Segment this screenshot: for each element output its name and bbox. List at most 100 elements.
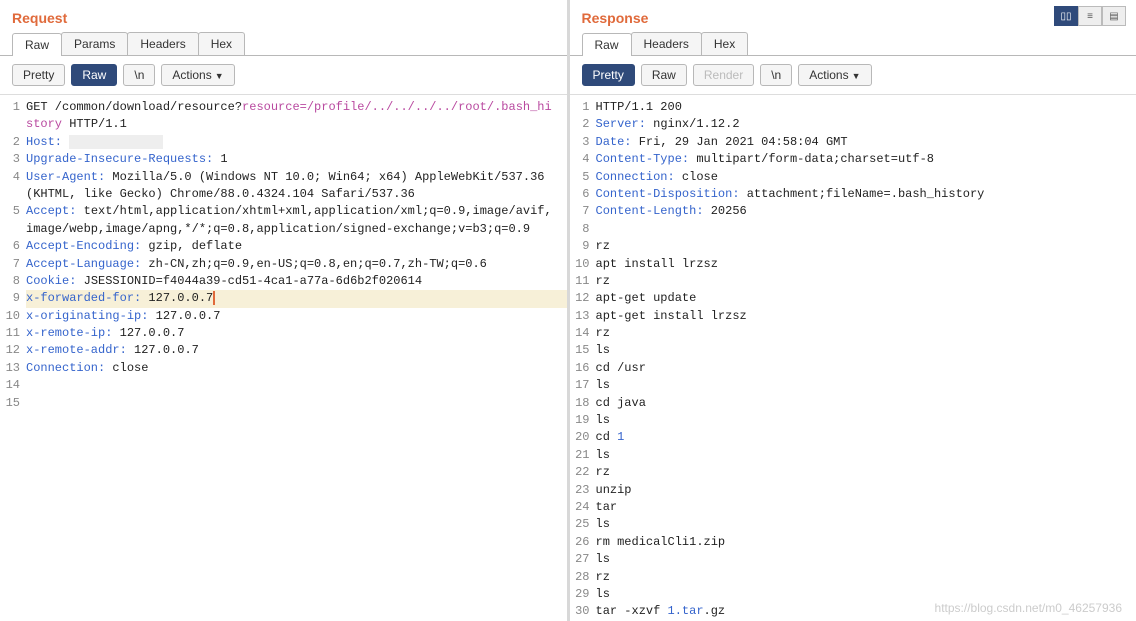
- line-text[interactable]: Connection: close: [26, 360, 567, 377]
- line-text[interactable]: Server: nginx/1.12.2: [596, 116, 1136, 133]
- code-line[interactable]: 14: [0, 377, 567, 394]
- line-text[interactable]: GET /common/download/resource?resource=/…: [26, 99, 567, 134]
- line-text[interactable]: apt-get install lrzsz: [596, 308, 1136, 325]
- line-text[interactable]: x-forwarded-for: 127.0.0.7: [26, 290, 567, 307]
- code-line[interactable]: 25ls: [570, 516, 1136, 533]
- code-line[interactable]: 18cd java: [570, 395, 1136, 412]
- actions-button[interactable]: Actions▼: [161, 64, 234, 86]
- tab-headers[interactable]: Headers: [127, 32, 198, 55]
- code-line[interactable]: 29ls: [570, 586, 1136, 603]
- line-text[interactable]: Content-Type: multipart/form-data;charse…: [596, 151, 1136, 168]
- code-line[interactable]: 8: [570, 221, 1136, 238]
- line-text[interactable]: rz: [596, 238, 1136, 255]
- request-editor[interactable]: 1GET /common/download/resource?resource=…: [0, 95, 567, 621]
- tab-params[interactable]: Params: [61, 32, 128, 55]
- line-text[interactable]: apt install lrzsz: [596, 256, 1136, 273]
- tab-raw[interactable]: Raw: [12, 33, 62, 56]
- code-line[interactable]: 10apt install lrzsz: [570, 256, 1136, 273]
- code-line[interactable]: 3Upgrade-Insecure-Requests: 1: [0, 151, 567, 168]
- line-text[interactable]: rz: [596, 569, 1136, 586]
- line-text[interactable]: x-remote-ip: 127.0.0.7: [26, 325, 567, 342]
- line-text[interactable]: cd java: [596, 395, 1136, 412]
- code-line[interactable]: 12x-remote-addr: 127.0.0.7: [0, 342, 567, 359]
- newline-button[interactable]: \n: [123, 64, 155, 86]
- line-text[interactable]: apt-get update: [596, 290, 1136, 307]
- actions-button[interactable]: Actions▼: [798, 64, 871, 86]
- line-text[interactable]: ls: [596, 516, 1136, 533]
- code-line[interactable]: 24tar: [570, 499, 1136, 516]
- code-line[interactable]: 26rm medicalCli1.zip: [570, 534, 1136, 551]
- code-line[interactable]: 9rz: [570, 238, 1136, 255]
- line-text[interactable]: [26, 377, 567, 394]
- line-text[interactable]: x-remote-addr: 127.0.0.7: [26, 342, 567, 359]
- code-line[interactable]: 15: [0, 395, 567, 412]
- code-line[interactable]: 5Connection: close: [570, 169, 1136, 186]
- raw-button[interactable]: Raw: [71, 64, 117, 86]
- line-text[interactable]: tar: [596, 499, 1136, 516]
- code-line[interactable]: 14rz: [570, 325, 1136, 342]
- code-line[interactable]: 20cd 1: [570, 429, 1136, 446]
- code-line[interactable]: 1HTTP/1.1 200: [570, 99, 1136, 116]
- line-text[interactable]: ls: [596, 551, 1136, 568]
- line-text[interactable]: ls: [596, 412, 1136, 429]
- tab-hex[interactable]: Hex: [198, 32, 245, 55]
- line-text[interactable]: ls: [596, 342, 1136, 359]
- line-text[interactable]: User-Agent: Mozilla/5.0 (Windows NT 10.0…: [26, 169, 567, 204]
- code-line[interactable]: 7Content-Length: 20256: [570, 203, 1136, 220]
- code-line[interactable]: 5Accept: text/html,application/xhtml+xml…: [0, 203, 567, 238]
- line-text[interactable]: unzip: [596, 482, 1136, 499]
- line-text[interactable]: Content-Length: 20256: [596, 203, 1136, 220]
- code-line[interactable]: 2Host: xxxxxxxxxxxxx: [0, 134, 567, 151]
- line-text[interactable]: [26, 395, 567, 412]
- pretty-button[interactable]: Pretty: [582, 64, 635, 86]
- code-line[interactable]: 13Connection: close: [0, 360, 567, 377]
- line-text[interactable]: ls: [596, 586, 1136, 603]
- pretty-button[interactable]: Pretty: [12, 64, 65, 86]
- code-line[interactable]: 13apt-get install lrzsz: [570, 308, 1136, 325]
- code-line[interactable]: 17ls: [570, 377, 1136, 394]
- code-line[interactable]: 16cd /usr: [570, 360, 1136, 377]
- code-line[interactable]: 2Server: nginx/1.12.2: [570, 116, 1136, 133]
- code-line[interactable]: 22rz: [570, 464, 1136, 481]
- code-line[interactable]: 12apt-get update: [570, 290, 1136, 307]
- code-line[interactable]: 6Content-Disposition: attachment;fileNam…: [570, 186, 1136, 203]
- code-line[interactable]: 23unzip: [570, 482, 1136, 499]
- line-text[interactable]: Cookie: JSESSIONID=f4044a39-cd51-4ca1-a7…: [26, 273, 567, 290]
- line-text[interactable]: x-originating-ip: 127.0.0.7: [26, 308, 567, 325]
- code-line[interactable]: 30tar -xzvf 1.tar.gz: [570, 603, 1136, 620]
- raw-button[interactable]: Raw: [641, 64, 687, 86]
- code-line[interactable]: 7Accept-Language: zh-CN,zh;q=0.9,en-US;q…: [0, 256, 567, 273]
- tab-hex[interactable]: Hex: [701, 32, 748, 55]
- code-line[interactable]: 11rz: [570, 273, 1136, 290]
- code-line[interactable]: 28rz: [570, 569, 1136, 586]
- line-text[interactable]: rz: [596, 464, 1136, 481]
- line-text[interactable]: Accept-Encoding: gzip, deflate: [26, 238, 567, 255]
- line-text[interactable]: [596, 221, 1136, 238]
- line-text[interactable]: Accept: text/html,application/xhtml+xml,…: [26, 203, 567, 238]
- line-text[interactable]: Connection: close: [596, 169, 1136, 186]
- line-text[interactable]: rm medicalCli1.zip: [596, 534, 1136, 551]
- tab-raw[interactable]: Raw: [582, 33, 632, 56]
- line-text[interactable]: ls: [596, 377, 1136, 394]
- line-text[interactable]: Content-Disposition: attachment;fileName…: [596, 186, 1136, 203]
- line-text[interactable]: cd 1: [596, 429, 1136, 446]
- code-line[interactable]: 27ls: [570, 551, 1136, 568]
- line-text[interactable]: rz: [596, 325, 1136, 342]
- code-line[interactable]: 19ls: [570, 412, 1136, 429]
- code-line[interactable]: 11x-remote-ip: 127.0.0.7: [0, 325, 567, 342]
- line-text[interactable]: tar -xzvf 1.tar.gz: [596, 603, 1136, 620]
- code-line[interactable]: 6Accept-Encoding: gzip, deflate: [0, 238, 567, 255]
- code-line[interactable]: 21ls: [570, 447, 1136, 464]
- tab-headers[interactable]: Headers: [631, 32, 702, 55]
- code-line[interactable]: 4User-Agent: Mozilla/5.0 (Windows NT 10.…: [0, 169, 567, 204]
- code-line[interactable]: 8Cookie: JSESSIONID=f4044a39-cd51-4ca1-a…: [0, 273, 567, 290]
- render-button[interactable]: Render: [693, 64, 754, 86]
- line-text[interactable]: cd /usr: [596, 360, 1136, 377]
- line-text[interactable]: rz: [596, 273, 1136, 290]
- newline-button[interactable]: \n: [760, 64, 792, 86]
- line-text[interactable]: Host: xxxxxxxxxxxxx: [26, 134, 567, 151]
- line-text[interactable]: ls: [596, 447, 1136, 464]
- line-text[interactable]: HTTP/1.1 200: [596, 99, 1136, 116]
- code-line[interactable]: 9x-forwarded-for: 127.0.0.7: [0, 290, 567, 307]
- code-line[interactable]: 15ls: [570, 342, 1136, 359]
